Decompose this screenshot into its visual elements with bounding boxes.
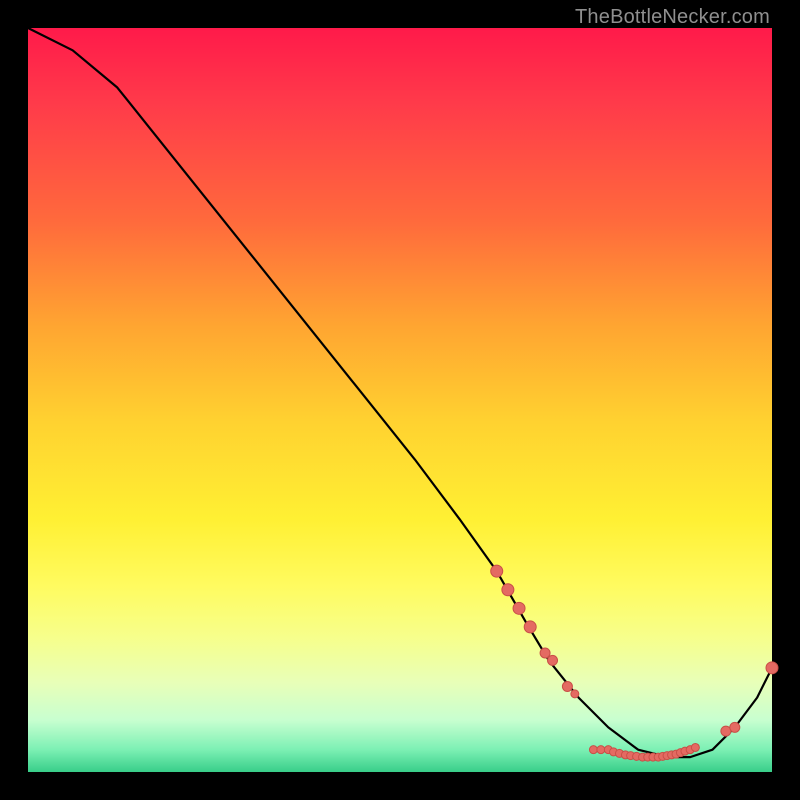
data-marker [589, 746, 597, 754]
data-marker [562, 681, 572, 691]
data-marker [571, 690, 579, 698]
data-marker [513, 602, 525, 614]
data-marker [548, 655, 558, 665]
chart-stage: TheBottleNecker.com [0, 0, 800, 800]
data-marker [491, 565, 503, 577]
chart-svg [28, 28, 772, 772]
bottleneck-curve [28, 28, 772, 757]
plot-area [28, 28, 772, 772]
watermark-text: TheBottleNecker.com [575, 6, 770, 29]
data-marker [766, 662, 778, 674]
data-marker [691, 743, 699, 751]
data-marker [502, 584, 514, 596]
data-marker [524, 621, 536, 633]
data-marker [730, 722, 740, 732]
data-marker [540, 648, 550, 658]
data-markers [491, 565, 778, 761]
data-marker [597, 746, 605, 754]
